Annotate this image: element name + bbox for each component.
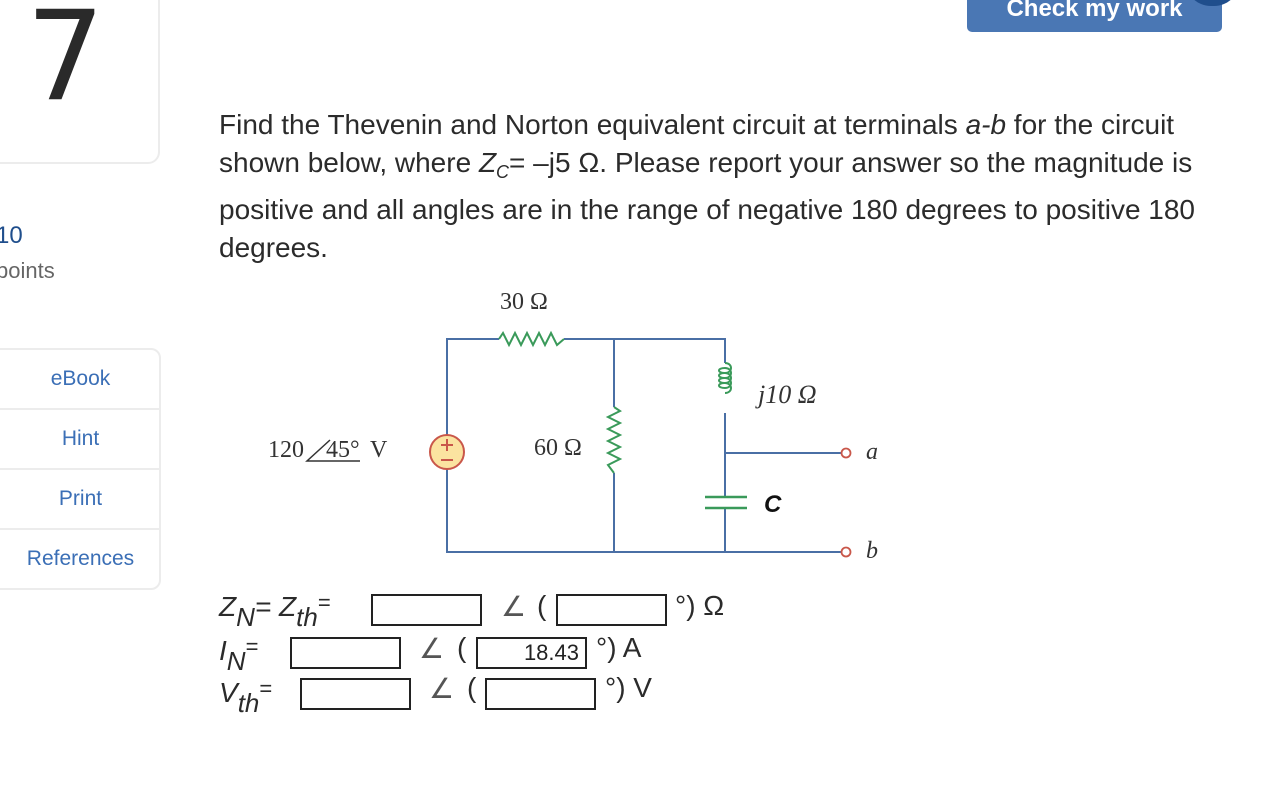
norton-current-angle-input[interactable] <box>476 637 587 669</box>
terminal-a-icon <box>840 447 852 459</box>
norton-current-magnitude-input[interactable] <box>290 637 401 669</box>
impedance-unit: °) Ω <box>675 590 725 621</box>
sidebar-item-print[interactable]: Print <box>0 470 159 530</box>
resistor-60-ohm <box>605 406 623 474</box>
voltage-source-icon <box>429 434 465 470</box>
thevenin-voltage-magnitude-input[interactable] <box>300 678 411 710</box>
wire-top-right <box>564 338 726 363</box>
open-paren: ( <box>457 632 467 663</box>
check-my-work-button[interactable]: Check my work <box>967 0 1222 32</box>
zc-value: = –j5 Ω <box>509 147 600 178</box>
question-number-card: 7 <box>0 0 160 164</box>
resistor-30-ohm <box>498 330 565 348</box>
resistor-60-label: 60 Ω <box>534 435 582 461</box>
open-paren: ( <box>467 672 477 703</box>
resistor-30-label: 30 Ω <box>500 289 548 315</box>
angle-icon: ∠ <box>501 591 527 622</box>
answer-row-thevenin-voltage: Vth= ∠ ( °) V <box>219 672 739 718</box>
impedance-label: ZN= Zth= <box>219 590 331 632</box>
angle-icon: ∠ <box>429 673 455 704</box>
inductor-label: j10 Ω <box>755 380 817 409</box>
inductor-icon <box>718 362 732 394</box>
points-label: points <box>0 258 55 283</box>
angle-icon: ∠ <box>419 633 445 664</box>
sidebar-item-hint[interactable]: Hint <box>0 410 159 470</box>
terminal-b-label: b <box>866 538 878 564</box>
answer-row-norton-current: IN= ∠ ( °) A <box>219 632 739 676</box>
answer-row-impedance: ZN= Zth= ∠ ( °) Ω <box>219 590 739 632</box>
open-paren: ( <box>537 590 547 621</box>
impedance-magnitude-input[interactable] <box>371 594 482 626</box>
source-angle-label: 45° <box>326 437 360 463</box>
points-value: 10 <box>0 222 23 249</box>
sidebar-item-ebook[interactable]: eBook <box>0 350 159 410</box>
norton-current-label: IN= <box>219 634 259 676</box>
source-unit-label: V <box>370 437 388 463</box>
thevenin-voltage-label: Vth= <box>219 676 273 718</box>
norton-current-unit: °) A <box>596 632 642 663</box>
wire-left-top <box>446 338 499 437</box>
capacitor-icon <box>705 495 747 510</box>
terminal-b-icon <box>840 546 852 558</box>
question-text-part1: Find the Thevenin and Norton equivalent … <box>219 109 966 140</box>
thevenin-voltage-unit: °) V <box>605 672 652 703</box>
source-magnitude-label: 120 <box>268 437 304 463</box>
capacitor-label: C <box>764 491 782 518</box>
wires <box>446 338 842 553</box>
question-number: 7 <box>26 0 105 129</box>
terminal-a-label: a <box>866 439 878 465</box>
question-text: Find the Thevenin and Norton equivalent … <box>219 106 1239 267</box>
impedance-angle-input[interactable] <box>556 594 667 626</box>
zc-subscript: C <box>496 162 510 182</box>
wire-left-bottom <box>446 467 842 553</box>
circuit-diagram: 30 Ω 60 Ω j10 Ω C 120 45° V a b <box>268 289 878 564</box>
sidebar-item-references[interactable]: References <box>0 530 159 588</box>
terminals-label: a-b <box>965 109 1007 140</box>
thevenin-voltage-angle-input[interactable] <box>485 678 596 710</box>
resources-menu: eBook Hint Print References <box>0 348 161 590</box>
zc-symbol: Z <box>478 147 497 178</box>
